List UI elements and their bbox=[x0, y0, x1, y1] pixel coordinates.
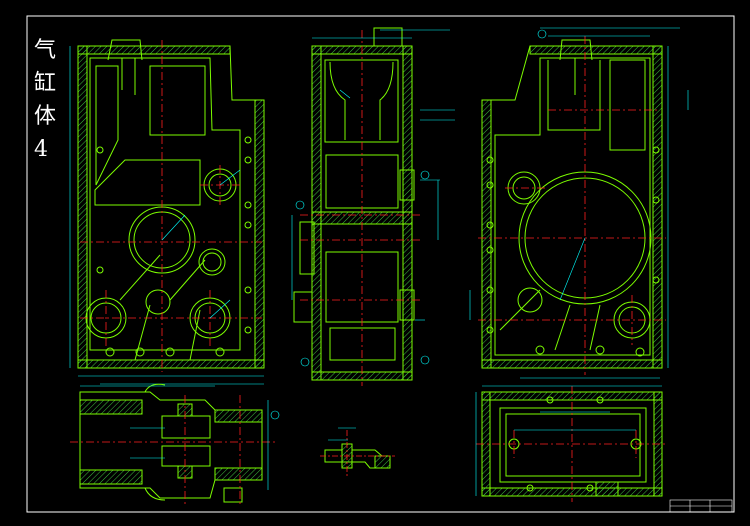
drawing-border bbox=[26, 15, 735, 513]
drawing-title-char-1: 气 bbox=[34, 38, 57, 63]
title-block bbox=[669, 499, 733, 513]
drawing-title-char-4: 4 bbox=[34, 137, 48, 162]
detail-view-centerlines bbox=[320, 430, 395, 478]
top-view-centerlines bbox=[476, 386, 668, 502]
detail-view-dimensions bbox=[328, 427, 356, 441]
rear-view bbox=[481, 39, 663, 369]
cad-drawing-canvas bbox=[26, 15, 735, 513]
front-view-centerlines bbox=[80, 40, 262, 372]
drawing-title-char-2: 缸 bbox=[34, 71, 57, 96]
side-section-view bbox=[293, 27, 415, 381]
front-view-dimensions bbox=[69, 46, 264, 385]
top-view-dimensions bbox=[475, 385, 662, 496]
drawing-title-char-3: 体 bbox=[34, 104, 57, 129]
bottom-section-view bbox=[79, 383, 263, 503]
